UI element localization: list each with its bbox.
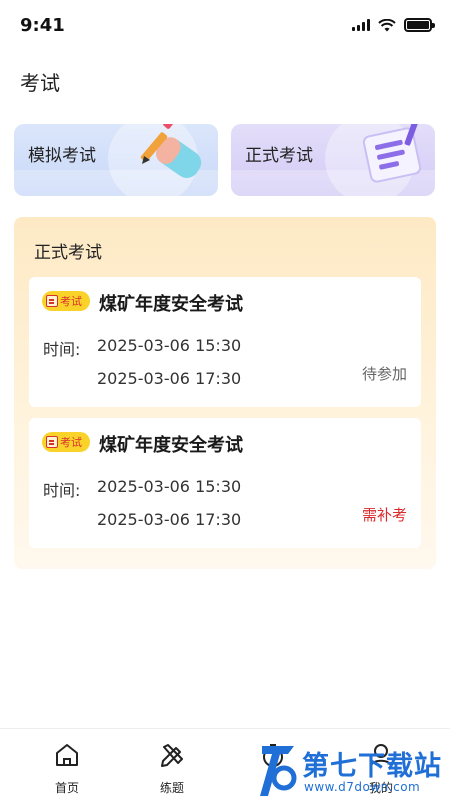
home-icon bbox=[56, 744, 78, 766]
formal-exam-card[interactable]: 正式考试 bbox=[231, 124, 435, 196]
status-icons bbox=[352, 18, 435, 32]
exam-status: 待参加 bbox=[361, 365, 407, 383]
tab-practice[interactable]: 练题 bbox=[137, 741, 207, 796]
exam-name: 煤矿年度安全考试 bbox=[99, 294, 243, 315]
status-bar: 9:41 bbox=[0, 0, 450, 50]
page-title: 考试 bbox=[20, 71, 60, 95]
pencil-ruler-icon bbox=[161, 744, 183, 767]
document-scroll-icon bbox=[362, 124, 422, 183]
mock-exam-label: 模拟考试 bbox=[28, 146, 96, 166]
exam-end-time: 2025-03-06 17:30 bbox=[97, 510, 242, 529]
tab-home-label: 首页 bbox=[54, 781, 79, 795]
time-label: 时间: bbox=[43, 340, 81, 359]
battery-icon bbox=[404, 18, 435, 32]
watermark: 第七下载站 www.d7down.com bbox=[258, 738, 450, 800]
exam-start-time: 2025-03-06 15:30 bbox=[97, 477, 242, 496]
document-icon bbox=[46, 436, 58, 448]
formal-exam-label: 正式考试 bbox=[245, 146, 313, 166]
tab-practice-label: 练题 bbox=[159, 781, 184, 795]
exam-status: 需补考 bbox=[361, 506, 407, 524]
tab-home[interactable]: 首页 bbox=[32, 741, 102, 796]
section-title: 正式考试 bbox=[34, 243, 102, 263]
document-icon bbox=[46, 295, 58, 307]
cellular-signal-icon bbox=[352, 19, 370, 31]
exam-badge: 考试 bbox=[42, 432, 90, 452]
exam-card[interactable]: 考试 煤矿年度安全考试 时间: 2025-03-06 15:30 2025-03… bbox=[29, 418, 421, 548]
watermark-logo bbox=[260, 746, 297, 796]
formal-exam-section: 正式考试 考试 煤矿年度安全考试 时间: 2025-03-06 15:30 20… bbox=[14, 217, 436, 569]
watermark-title: 第七下载站 bbox=[302, 751, 442, 782]
exam-badge: 考试 bbox=[42, 291, 90, 311]
exam-name: 煤矿年度安全考试 bbox=[99, 435, 243, 456]
exam-end-time: 2025-03-06 17:30 bbox=[97, 369, 242, 388]
exam-start-time: 2025-03-06 15:30 bbox=[97, 336, 242, 355]
time-label: 时间: bbox=[43, 481, 81, 500]
status-time: 9:41 bbox=[20, 15, 65, 36]
mock-exam-card[interactable]: 模拟考试 bbox=[14, 124, 218, 196]
pencil-eraser-icon bbox=[140, 124, 202, 178]
exam-card[interactable]: 考试 煤矿年度安全考试 时间: 2025-03-06 15:30 2025-03… bbox=[29, 277, 421, 407]
wifi-icon bbox=[378, 18, 396, 31]
watermark-url: www.d7down.com bbox=[304, 780, 421, 794]
